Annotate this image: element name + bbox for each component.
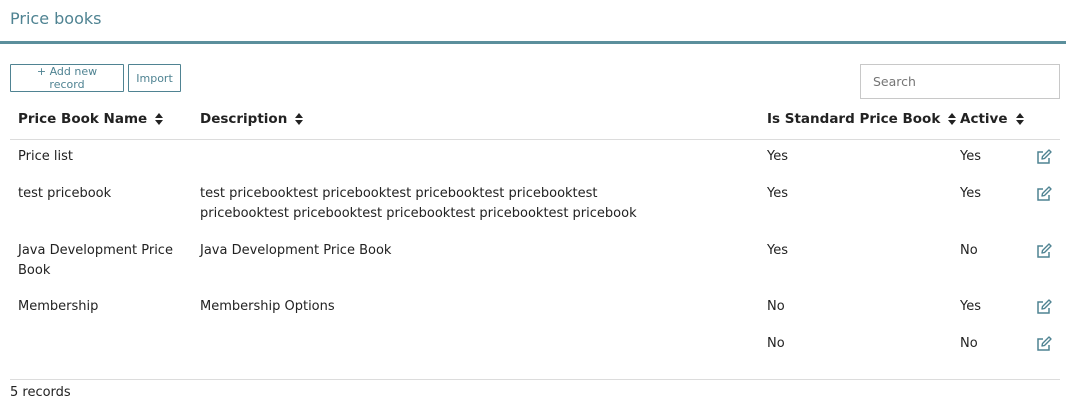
cell-is-standard: Yes — [767, 186, 788, 201]
cell-name: Price list — [18, 149, 73, 164]
cell-name: Java Development Price Book — [18, 243, 173, 278]
cell-active: Yes — [960, 299, 981, 314]
column-header-label: Active — [960, 111, 1008, 127]
footer-divider — [10, 379, 1060, 380]
column-header-active[interactable]: Active — [960, 111, 1024, 127]
column-header-label: Price Book Name — [18, 111, 148, 127]
edit-icon[interactable] — [1036, 336, 1052, 352]
header-divider — [10, 139, 1060, 140]
sort-icon[interactable] — [155, 113, 164, 125]
page-header: Price books — [0, 0, 1066, 44]
sort-icon[interactable] — [295, 113, 304, 125]
cell-name: test pricebook — [18, 186, 112, 201]
cell-name: Membership — [18, 299, 99, 314]
cell-active: Yes — [960, 186, 981, 201]
cell-active: No — [960, 243, 978, 258]
column-header-is-standard[interactable]: Is Standard Price Book — [767, 111, 957, 127]
cell-description: test pricebooktest pricebooktest pricebo… — [200, 186, 637, 221]
edit-icon[interactable] — [1036, 299, 1052, 315]
search-input[interactable] — [860, 64, 1060, 99]
column-header-label: Is Standard Price Book — [767, 111, 941, 127]
edit-icon[interactable] — [1036, 186, 1052, 202]
cell-is-standard: No — [767, 336, 785, 351]
cell-is-standard: Yes — [767, 243, 788, 258]
sort-icon[interactable] — [1015, 113, 1024, 125]
edit-icon[interactable] — [1036, 149, 1052, 165]
edit-icon[interactable] — [1036, 243, 1052, 259]
cell-is-standard: Yes — [767, 149, 788, 164]
cell-active: No — [960, 336, 978, 351]
sort-icon[interactable] — [948, 113, 957, 125]
column-header-price-book-name[interactable]: Price Book Name — [18, 111, 164, 127]
record-count: 5 records — [10, 385, 71, 400]
cell-description: Java Development Price Book — [200, 243, 392, 258]
import-button[interactable]: Import — [128, 64, 181, 92]
cell-active: Yes — [960, 149, 981, 164]
cell-description: Membership Options — [200, 299, 335, 314]
cell-is-standard: No — [767, 299, 785, 314]
page-title: Price books — [10, 9, 102, 28]
column-header-description[interactable]: Description — [200, 111, 304, 127]
add-new-record-button[interactable]: + Add new record — [10, 64, 124, 92]
column-header-label: Description — [200, 111, 288, 127]
